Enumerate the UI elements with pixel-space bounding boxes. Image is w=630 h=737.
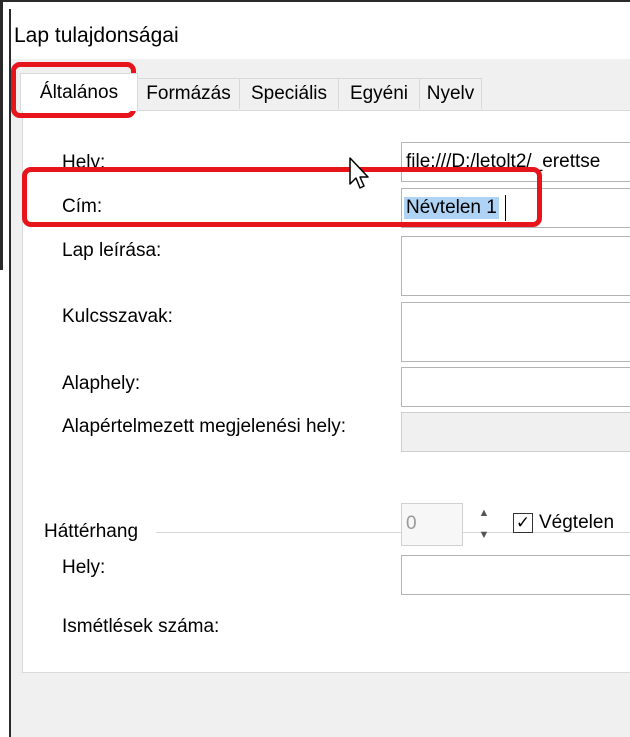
hatterhang-group-label: Háttérhang [44,521,139,542]
tab-altalanos[interactable]: Általános [20,73,138,111]
hely-field[interactable]: file:///D:/letolt2/_erettse [401,142,630,182]
mouse-pointer-icon [349,157,369,189]
cim-value: Névtelen 1 [404,197,499,219]
megjelenesi-hely-label: Alapértelmezett megjelenési hely: [62,416,347,437]
ismetlesek-stepper[interactable]: 0 [401,503,463,546]
screenshot-border-left [0,0,3,270]
checkmark-icon: ✓ [515,513,531,532]
general-tab-panel: Hely: file:///D:/letolt2/_erettse Cím: N… [22,110,630,673]
stepper-up-icon[interactable]: ▲ [469,503,499,524]
text-caret [505,195,506,221]
lap-leirasa-field[interactable] [401,236,630,296]
ismetlesek-label: Ismétlések száma: [62,616,220,637]
stepper-down-icon[interactable]: ▼ [469,525,499,546]
hatterhang-hely-field[interactable] [401,555,630,595]
hely-label: Hely: [62,152,106,173]
megjelenesi-hely-field[interactable] [401,412,630,452]
alaphely-field[interactable] [401,367,630,407]
tab-specialis[interactable]: Speciális [239,78,339,109]
screenshot-border-top [0,0,630,2]
kulcsszavak-label: Kulcsszavak: [62,306,173,327]
tab-egyeni[interactable]: Egyéni [338,78,420,109]
kulcsszavak-field[interactable] [401,302,630,362]
ismetlesek-value: 0 [406,513,417,534]
stepper-buttons: ▲ ▼ [469,503,499,546]
alaphely-label: Alaphely: [62,373,141,394]
cim-label: Cím: [62,196,103,217]
vegtelen-checkbox[interactable]: ✓ [513,513,533,533]
vegtelen-label: Végtelen [539,512,615,533]
hely-value: file:///D:/letolt2/_erettse [406,151,601,172]
tab-strip: Általános Formázás Speciális Egyéni Nyel… [11,73,630,111]
title-bar[interactable]: Lap tulajdonságai [11,9,630,59]
tab-formazas[interactable]: Formázás [137,78,240,109]
properties-dialog: Lap tulajdonságai Általános Formázás Spe… [9,9,630,737]
lap-leirasa-label: Lap leírása: [62,240,162,261]
tab-nyelv[interactable]: Nyelv [419,78,482,109]
window-title: Lap tulajdonságai [14,24,179,47]
hatterhang-hely-label: Hely: [62,557,106,578]
cim-field[interactable]: Névtelen 1 [401,188,630,228]
